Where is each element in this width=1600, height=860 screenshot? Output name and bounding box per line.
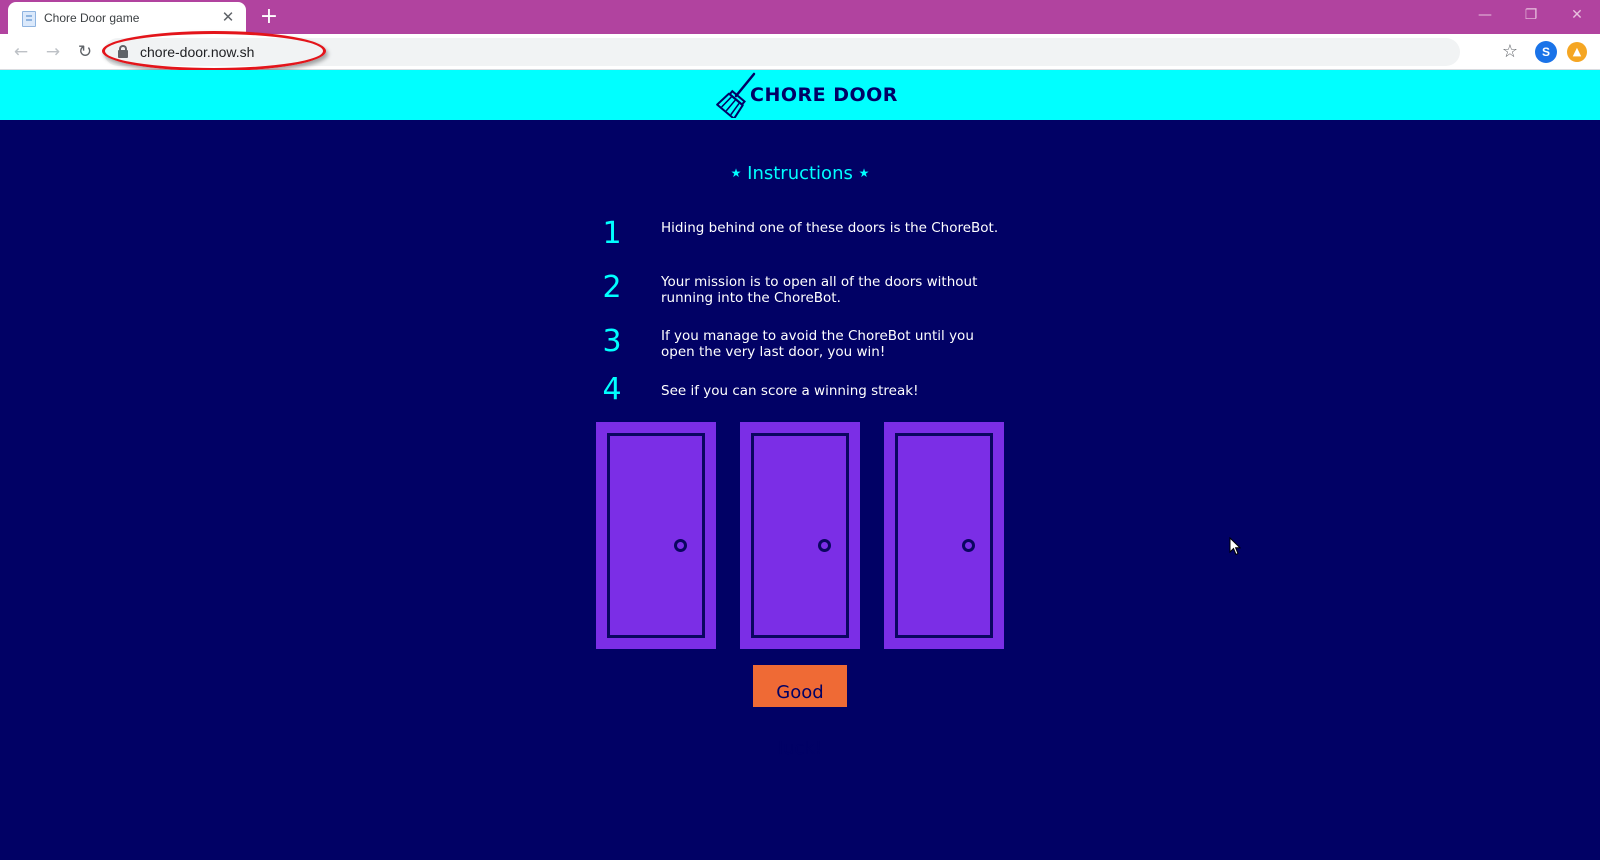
step-number: 3 xyxy=(602,324,622,359)
door-frame xyxy=(607,433,705,638)
browser-tab[interactable]: Chore Door game ✕ xyxy=(8,2,246,34)
step-number: 2 xyxy=(602,270,622,305)
profile-avatar[interactable]: S xyxy=(1535,41,1557,63)
back-button[interactable]: ← xyxy=(8,39,34,65)
extension-icon[interactable]: ▲ xyxy=(1567,42,1587,62)
step-text: If you manage to avoid the ChoreBot unti… xyxy=(661,328,974,360)
door-frame xyxy=(751,433,849,638)
restore-window-button[interactable]: ❐ xyxy=(1509,2,1553,28)
minimize-window-button[interactable]: — xyxy=(1463,2,1507,28)
instructions-title: Instructions xyxy=(747,163,853,184)
step-text: Your mission is to open all of the doors… xyxy=(661,274,978,306)
step-number: 4 xyxy=(602,372,622,407)
step-number: 1 xyxy=(602,216,622,251)
instruction-step: 3 If you manage to avoid the ChoreBot un… xyxy=(598,324,1018,364)
door-knob-icon xyxy=(818,539,831,552)
door-frame xyxy=(895,433,993,638)
site-logo-title: CHORE DOOR xyxy=(750,84,898,106)
door-1[interactable] xyxy=(596,422,716,649)
door-knob-icon xyxy=(674,539,687,552)
instruction-step: 4 See if you can score a winning streak! xyxy=(598,372,1018,412)
page-favicon-icon xyxy=(22,11,36,27)
star-icon: ★ xyxy=(730,166,742,180)
tab-title: Chore Door game xyxy=(44,11,140,25)
door-3[interactable] xyxy=(884,422,1004,649)
new-tab-button[interactable]: + xyxy=(256,4,282,30)
close-window-button[interactable]: ✕ xyxy=(1555,2,1599,28)
browser-tabstrip: Chore Door game ✕ + — ❐ ✕ xyxy=(0,0,1600,34)
close-tab-icon[interactable]: ✕ xyxy=(218,7,238,27)
site-header: CHORE DOOR xyxy=(0,70,1600,120)
good-luck-button[interactable]: Good luck! xyxy=(753,665,847,759)
instruction-step: 2 Your mission is to open all of the doo… xyxy=(598,270,1018,310)
door-2[interactable] xyxy=(740,422,860,649)
forward-button[interactable]: → xyxy=(40,39,66,65)
bookmark-star-icon[interactable]: ☆ xyxy=(1497,39,1523,65)
instruction-step: 1 Hiding behind one of these doors is th… xyxy=(598,216,1018,256)
door-knob-icon xyxy=(962,539,975,552)
reload-button[interactable]: ↻ xyxy=(72,39,98,65)
star-icon: ★ xyxy=(858,166,870,180)
step-text: Hiding behind one of these doors is the … xyxy=(661,220,999,236)
url-highlight-annotation xyxy=(102,31,326,71)
instructions-heading: ★ Instructions ★ xyxy=(0,163,1600,184)
mouse-cursor-icon xyxy=(1229,537,1241,556)
step-text: See if you can score a winning streak! xyxy=(661,383,919,399)
